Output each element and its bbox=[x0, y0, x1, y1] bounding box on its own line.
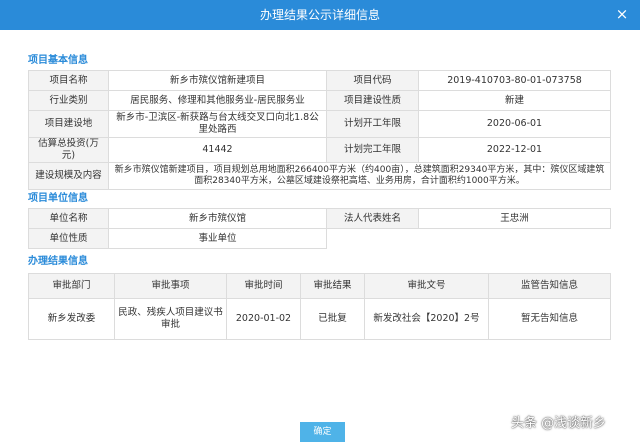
close-icon[interactable]: × bbox=[614, 6, 630, 22]
table-row: 新乡发改委 民政、残疾人项目建议书审批 2020-01-02 已批复 新发改社会… bbox=[28, 298, 611, 340]
investment-label: 估算总投资(万元) bbox=[28, 137, 109, 163]
dialog-title: 办理结果公示详细信息 bbox=[259, 8, 380, 22]
finish-label: 计划完工年限 bbox=[326, 137, 419, 163]
basic-info-table: 项目名称 新乡市殡仪馆新建项目 项目代码 2019-410703-80-01-0… bbox=[28, 70, 611, 190]
dialog-body: 项目基本信息 项目名称 新乡市殡仪馆新建项目 项目代码 2019-410703-… bbox=[28, 52, 632, 340]
unit-name-value: 新乡市殡仪馆 bbox=[108, 208, 327, 229]
scale-value: 新乡市殡仪馆新建项目，项目规划总用地面积266400平方米（约400亩），总建筑… bbox=[108, 162, 611, 190]
start-value: 2020-06-01 bbox=[418, 110, 611, 138]
scale-label: 建设规模及内容 bbox=[28, 162, 109, 190]
result-detail-dialog: 办理结果公示详细信息 × 项目基本信息 项目名称 新乡市殡仪馆新建项目 项目代码… bbox=[0, 0, 640, 447]
col-header: 审批部门 bbox=[28, 273, 115, 299]
industry-label: 行业类别 bbox=[28, 90, 109, 111]
investment-value: 41442 bbox=[108, 137, 327, 163]
section-heading-unit: 项目单位信息 bbox=[28, 193, 88, 204]
col-header: 审批事项 bbox=[114, 273, 227, 299]
finish-value: 2022-12-01 bbox=[418, 137, 611, 163]
col-header: 审批时间 bbox=[226, 273, 301, 299]
approval-result: 已批复 bbox=[300, 298, 365, 340]
unit-nature-label: 单位性质 bbox=[28, 228, 109, 249]
nature-value: 新建 bbox=[418, 90, 611, 111]
project-code-value: 2019-410703-80-01-073758 bbox=[418, 70, 611, 91]
project-name-label: 项目名称 bbox=[28, 70, 109, 91]
col-header: 审批文号 bbox=[364, 273, 489, 299]
dialog-titlebar: 办理结果公示详细信息 × bbox=[0, 0, 640, 30]
result-table: 审批部门 审批事项 审批时间 审批结果 审批文号 监管告知信息 新乡发改委 民政… bbox=[28, 273, 611, 340]
location-value: 新乡市-卫滨区-新获路与台太线交叉口向北1.8公里处路西 bbox=[108, 110, 327, 138]
industry-value: 居民服务、修理和其他服务业-居民服务业 bbox=[108, 90, 327, 111]
location-label: 项目建设地 bbox=[28, 110, 109, 138]
rep-value: 王忠洲 bbox=[418, 208, 611, 229]
watermark: 头条 @浅谈新乡 bbox=[511, 416, 607, 431]
result-header-row: 审批部门 审批事项 审批时间 审批结果 审批文号 监管告知信息 bbox=[28, 273, 611, 299]
approval-time: 2020-01-02 bbox=[226, 298, 301, 340]
approval-doc-no: 新发改社会【2020】2号 bbox=[364, 298, 489, 340]
unit-info-table: 单位名称 新乡市殡仪馆 法人代表姓名 王忠洲 单位性质 事业单位 bbox=[28, 208, 611, 249]
nature-label: 项目建设性质 bbox=[326, 90, 419, 111]
section-heading-basic: 项目基本信息 bbox=[28, 55, 88, 66]
project-code-label: 项目代码 bbox=[326, 70, 419, 91]
start-label: 计划开工年限 bbox=[326, 110, 419, 138]
col-header: 监管告知信息 bbox=[488, 273, 611, 299]
col-header: 审批结果 bbox=[300, 273, 365, 299]
empty-cell bbox=[326, 228, 611, 249]
unit-name-label: 单位名称 bbox=[28, 208, 109, 229]
confirm-button[interactable]: 确定 bbox=[300, 422, 345, 442]
unit-nature-value: 事业单位 bbox=[108, 228, 327, 249]
approval-dept: 新乡发改委 bbox=[28, 298, 115, 340]
section-heading-result: 办理结果信息 bbox=[28, 256, 88, 267]
approval-item: 民政、残疾人项目建议书审批 bbox=[114, 298, 227, 340]
rep-label: 法人代表姓名 bbox=[326, 208, 419, 229]
supervision-info: 暂无告知信息 bbox=[488, 298, 611, 340]
project-name-value: 新乡市殡仪馆新建项目 bbox=[108, 70, 327, 91]
